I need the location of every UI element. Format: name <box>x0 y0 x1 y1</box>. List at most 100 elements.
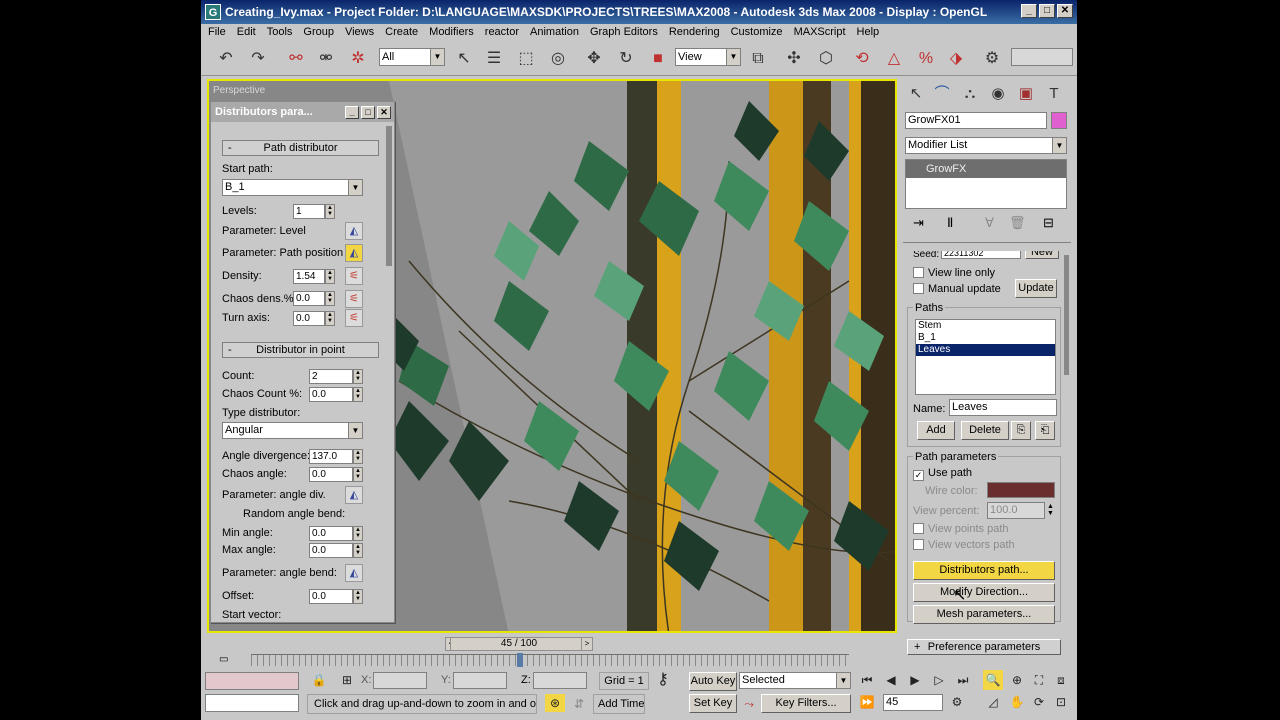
redo-icon[interactable]: ↷ <box>247 48 269 70</box>
maxscript-listener-mini[interactable] <box>205 672 299 690</box>
key-mode-toggle-icon[interactable]: ⏩ <box>857 692 877 712</box>
named-selection-field[interactable] <box>1011 48 1073 66</box>
scale-icon[interactable]: ■ <box>647 48 669 70</box>
spinner-arrows-icon[interactable]: ▲ ▼ <box>353 543 363 558</box>
seed-field[interactable]: 22311302 <box>941 251 1021 259</box>
spinner-arrows-icon[interactable]: ▲ ▼ <box>1047 503 1054 517</box>
track-bar[interactable] <box>251 654 849 666</box>
menu-customize[interactable]: Customize <box>731 24 783 40</box>
start-path-dropdown[interactable]: B_1 ▼ <box>222 179 363 196</box>
zoom-all-icon[interactable]: ⊕ <box>1007 670 1027 690</box>
view-percent-field[interactable]: 100.0 <box>987 502 1045 519</box>
add-time-tag[interactable]: Add Time Tag <box>593 694 645 714</box>
display-tab-icon[interactable]: ▣ <box>1015 83 1037 105</box>
path-item-leaves[interactable]: Leaves <box>916 344 1055 356</box>
configure-sets-icon[interactable]: ⊟ <box>1043 215 1054 231</box>
stack-item-growfx[interactable]: GrowFX <box>906 160 1066 178</box>
density-spinner[interactable]: 1.54 ▲ ▼ <box>293 269 335 284</box>
maxscript-input-mini[interactable] <box>205 694 299 712</box>
spinner-arrows-icon[interactable]: ▲ ▼ <box>353 387 363 402</box>
window-crossing-icon[interactable]: ◎ <box>547 48 569 70</box>
time-slider[interactable]: 45 / 100 <box>450 637 588 651</box>
maximize-button[interactable]: □ <box>1039 4 1055 18</box>
modifier-list-dropdown[interactable]: Modifier List ▼ <box>905 137 1067 154</box>
move-icon[interactable]: ✥ <box>583 48 605 70</box>
play-icon[interactable]: ▶ <box>905 670 925 690</box>
object-color-swatch[interactable] <box>1051 112 1067 129</box>
rotate-icon[interactable]: ↻ <box>615 48 637 70</box>
key-mode-icon[interactable]: ⚷ <box>653 670 673 690</box>
x-coord-field[interactable] <box>373 672 427 689</box>
mesh-parameters-button[interactable]: Mesh parameters... <box>913 605 1055 624</box>
curve-graph-icon[interactable]: ◭ <box>345 244 363 262</box>
paste-path-icon[interactable]: ⎗ <box>1035 421 1055 440</box>
panel-scrollbar[interactable] <box>386 126 392 266</box>
angle-snap-icon[interactable]: △ <box>883 48 905 70</box>
distributors-panel-titlebar[interactable]: Distributors para... _ □ ✕ <box>211 102 394 122</box>
chaos-count-spinner[interactable]: 0.0 ▲ ▼ <box>309 387 363 402</box>
menu-animation[interactable]: Animation <box>530 24 579 40</box>
spinner-arrows-icon[interactable]: ▲ ▼ <box>353 526 363 541</box>
curve-graph-icon[interactable]: ◭ <box>345 564 363 582</box>
menu-views[interactable]: Views <box>345 24 374 40</box>
previous-frame-icon[interactable]: ◀ <box>881 670 901 690</box>
selection-lock-icon[interactable]: ⊛ <box>545 694 565 712</box>
z-coord-field[interactable] <box>533 672 587 689</box>
pivot-center-icon[interactable]: ⧉ <box>747 48 769 70</box>
zoom-extents-all-icon[interactable]: ⧈ <box>1051 670 1071 690</box>
field-of-view-icon[interactable]: ◿ <box>983 692 1003 712</box>
time-configuration-icon[interactable]: ⚙ <box>947 692 967 712</box>
zoom-extents-icon[interactable]: ⛶ <box>1029 670 1049 690</box>
min-angle-spinner[interactable]: 0.0 ▲ ▼ <box>309 526 363 541</box>
spinner-arrows-icon[interactable]: ▲ ▼ <box>353 449 363 464</box>
set-key-button[interactable]: Set Key <box>689 694 737 713</box>
update-button[interactable]: Update <box>1015 279 1057 298</box>
rollout-path-distributor[interactable]: - Path distributor <box>222 140 379 156</box>
next-frame-icon[interactable]: ▷ <box>929 670 949 690</box>
maximize-viewport-icon[interactable]: ⊡ <box>1051 692 1071 712</box>
offset-spinner[interactable]: 0.0 ▲ ▼ <box>309 589 363 604</box>
command-panel-scrollbar[interactable] <box>1064 255 1069 375</box>
rollout-distributor-in-point[interactable]: - Distributor in point <box>222 342 379 358</box>
view-points-path-checkbox[interactable]: View points path <box>913 523 1009 535</box>
turn-axis-spinner[interactable]: 0.0 ▲ ▼ <box>293 311 335 326</box>
curve-graph-icon[interactable]: ◭ <box>345 222 363 240</box>
close-button[interactable]: ✕ <box>1057 4 1073 18</box>
hierarchy-tab-icon[interactable]: ⛬ <box>959 83 981 105</box>
curve-graph-icon[interactable]: ⚟ <box>345 290 363 308</box>
delete-path-button[interactable]: Delete <box>961 421 1009 440</box>
panel-minimize-button[interactable]: _ <box>345 106 359 119</box>
select-manipulate-icon[interactable]: ✣ <box>783 48 805 70</box>
menu-reactor[interactable]: reactor <box>485 24 519 40</box>
panel-close-button[interactable]: ✕ <box>377 106 391 119</box>
spinner-arrows-icon[interactable]: ▲ ▼ <box>353 369 363 384</box>
key-filters-button[interactable]: Key Filters... <box>761 694 851 713</box>
menu-file[interactable]: File <box>208 24 226 40</box>
minimize-button[interactable]: _ <box>1021 4 1037 18</box>
spinner-arrows-icon[interactable]: ▲ ▼ <box>325 204 335 219</box>
manual-update-checkbox[interactable]: Manual update <box>913 283 1001 295</box>
curve-graph-icon[interactable]: ◭ <box>345 486 363 504</box>
percent-snap-icon[interactable]: % <box>915 48 937 70</box>
spinner-arrows-icon[interactable]: ▲ ▼ <box>353 589 363 604</box>
chaos-angle-spinner[interactable]: 0.0 ▲ ▼ <box>309 467 363 482</box>
modify-tab-icon[interactable]: ⌒ <box>931 83 953 105</box>
view-line-only-checkbox[interactable]: View line only <box>913 267 995 279</box>
utilities-tab-icon[interactable]: T <box>1043 83 1065 105</box>
new-seed-button[interactable]: New <box>1025 251 1059 259</box>
spinner-arrows-icon[interactable]: ▲ ▼ <box>325 269 335 284</box>
bind-spacewarp-icon[interactable]: ✲ <box>347 48 369 70</box>
adaptive-degradation-icon[interactable]: ⇵ <box>569 694 589 714</box>
path-name-field[interactable]: Leaves <box>949 399 1057 416</box>
next-frame-icon[interactable]: > <box>581 637 593 651</box>
create-tab-icon[interactable]: ↖ <box>905 83 927 105</box>
spinner-arrows-icon[interactable]: ▲ ▼ <box>325 291 335 306</box>
select-by-name-icon[interactable]: ☰ <box>483 48 505 70</box>
motion-tab-icon[interactable]: ◉ <box>987 83 1009 105</box>
orbit-icon[interactable]: ⟳ <box>1029 692 1049 712</box>
chaos-dens-spinner[interactable]: 0.0 ▲ ▼ <box>293 291 335 306</box>
add-path-button[interactable]: Add <box>917 421 955 440</box>
selection-filter-dropdown[interactable]: All ▼ <box>379 48 445 66</box>
angle-divergence-spinner[interactable]: 137.0 ▲ ▼ <box>309 449 363 464</box>
absolute-mode-icon[interactable]: ⊞ <box>337 670 357 690</box>
